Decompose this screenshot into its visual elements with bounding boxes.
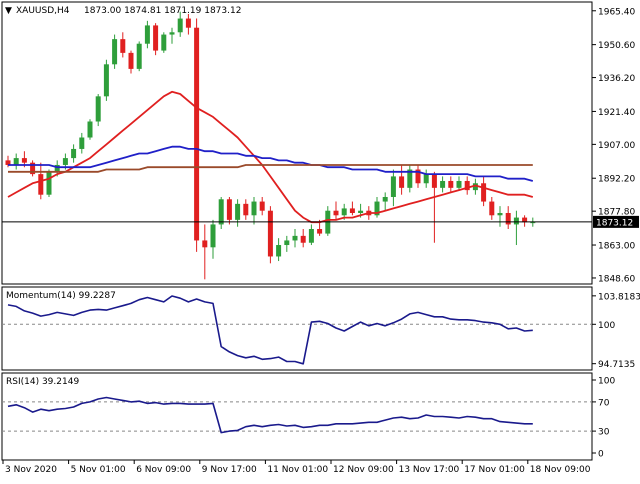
candle-body: [497, 213, 503, 216]
candle-body: [423, 174, 429, 184]
dropdown-arrow-icon[interactable]: ▼: [5, 6, 12, 16]
rsi-y-tick-label: 30: [598, 428, 610, 438]
x-tick-label: 5 Nov 01:00: [71, 465, 126, 475]
price-y-tick-label: 1877.80: [598, 208, 635, 218]
candle-body: [349, 208, 355, 213]
candle-body: [13, 158, 19, 165]
candle-body: [267, 210, 273, 257]
momentum-y-tick-label: 94.7135: [598, 360, 635, 370]
candle-body: [358, 210, 364, 213]
x-tick-label: 11 Nov 01:00: [267, 465, 328, 475]
price-y-tick-label: 1950.60: [598, 41, 635, 51]
price-y-tick-label: 1863.00: [598, 242, 635, 252]
candle-body: [202, 240, 208, 248]
candle-body: [38, 174, 44, 195]
chart-symbol-label: XAUUSD,H4: [16, 6, 70, 16]
candle-body: [308, 229, 314, 243]
candle-body: [210, 224, 216, 248]
candle-body: [153, 25, 159, 51]
candle-body: [136, 43, 142, 69]
candle-body: [333, 210, 339, 216]
price-y-tick-label: 1921.40: [598, 108, 635, 118]
candle-body: [226, 199, 232, 220]
candle-body: [235, 203, 241, 220]
price-y-tick-label: 1892.20: [598, 175, 635, 185]
x-tick-label: 17 Nov 01:00: [464, 465, 525, 475]
candle-body: [46, 171, 52, 195]
candle-body: [259, 201, 265, 211]
candle-body: [243, 203, 249, 216]
candle-body: [489, 201, 495, 216]
candle-body: [218, 199, 224, 225]
rsi-title: RSI(14) 39.2149: [6, 377, 79, 387]
x-tick-label: 9 Nov 17:00: [202, 465, 257, 475]
candle-body: [161, 34, 167, 51]
rsi-y-tick-label: 100: [598, 377, 615, 387]
price-y-tick-label: 1965.40: [598, 7, 635, 17]
price-y-tick-label: 1936.20: [598, 74, 635, 84]
candle-body: [284, 240, 290, 246]
candle-body: [144, 25, 150, 44]
price-y-tick-label: 1907.00: [598, 141, 635, 151]
momentum-y-tick-label: 103.8183: [598, 292, 640, 302]
x-tick-label: 6 Nov 09:00: [136, 465, 191, 475]
candle-body: [185, 18, 191, 28]
rsi-y-tick-label: 70: [598, 398, 610, 408]
rsi-y-tick-label: 0: [598, 450, 604, 460]
candle-body: [399, 176, 405, 188]
chart-ohlc-readout: 1873.00 1874.81 1871.19 1873.12: [84, 6, 241, 16]
x-tick-label: 18 Nov 09:00: [530, 465, 591, 475]
price-panel-frame: [1, 1, 593, 285]
candle-body: [112, 39, 118, 65]
candle-body: [382, 196, 388, 202]
candle-body: [128, 52, 134, 69]
candle-body: [62, 158, 68, 165]
rsi-panel-frame: [1, 372, 593, 461]
price-y-tick-label: 1848.60: [598, 274, 635, 284]
candle-body: [120, 39, 126, 53]
candle-body: [481, 183, 487, 202]
x-tick-label: 3 Nov 2020: [5, 465, 57, 475]
momentum-title: Momentum(14) 99.2287: [6, 291, 116, 301]
candle-body: [292, 235, 298, 241]
candle-body: [87, 121, 93, 138]
candle-body: [505, 213, 511, 225]
candle-body: [169, 32, 175, 35]
x-tick-label: 13 Nov 17:00: [399, 465, 460, 475]
chart-window: 1873.12 1965.40 1950.60 1936.20 1921.40 1907.…: [0, 0, 640, 480]
candle-body: [21, 158, 27, 163]
candle-body: [390, 176, 396, 197]
candle-body: [300, 235, 306, 243]
candle-body: [276, 245, 282, 257]
current-price-tag-label: 1873.12: [596, 218, 633, 228]
candle-body: [95, 96, 101, 122]
candle-body: [513, 217, 519, 225]
candle-body: [440, 180, 446, 188]
candle-body: [448, 180, 454, 188]
candle-body: [317, 229, 323, 234]
x-tick-label: 12 Nov 09:00: [333, 465, 394, 475]
candle-body: [194, 27, 200, 241]
candle-body: [79, 137, 85, 149]
candle-body: [431, 174, 437, 188]
momentum-y-tick-label: 100: [598, 321, 615, 331]
candle-body: [103, 64, 109, 97]
candle-body: [71, 148, 77, 159]
candle-body: [251, 201, 257, 216]
candle-body: [177, 18, 183, 33]
chart-canvas: 1873.12 1965.40 1950.60 1936.20 1921.40 1907.…: [1, 1, 640, 475]
candle-body: [456, 180, 462, 188]
candle-body: [341, 208, 347, 216]
